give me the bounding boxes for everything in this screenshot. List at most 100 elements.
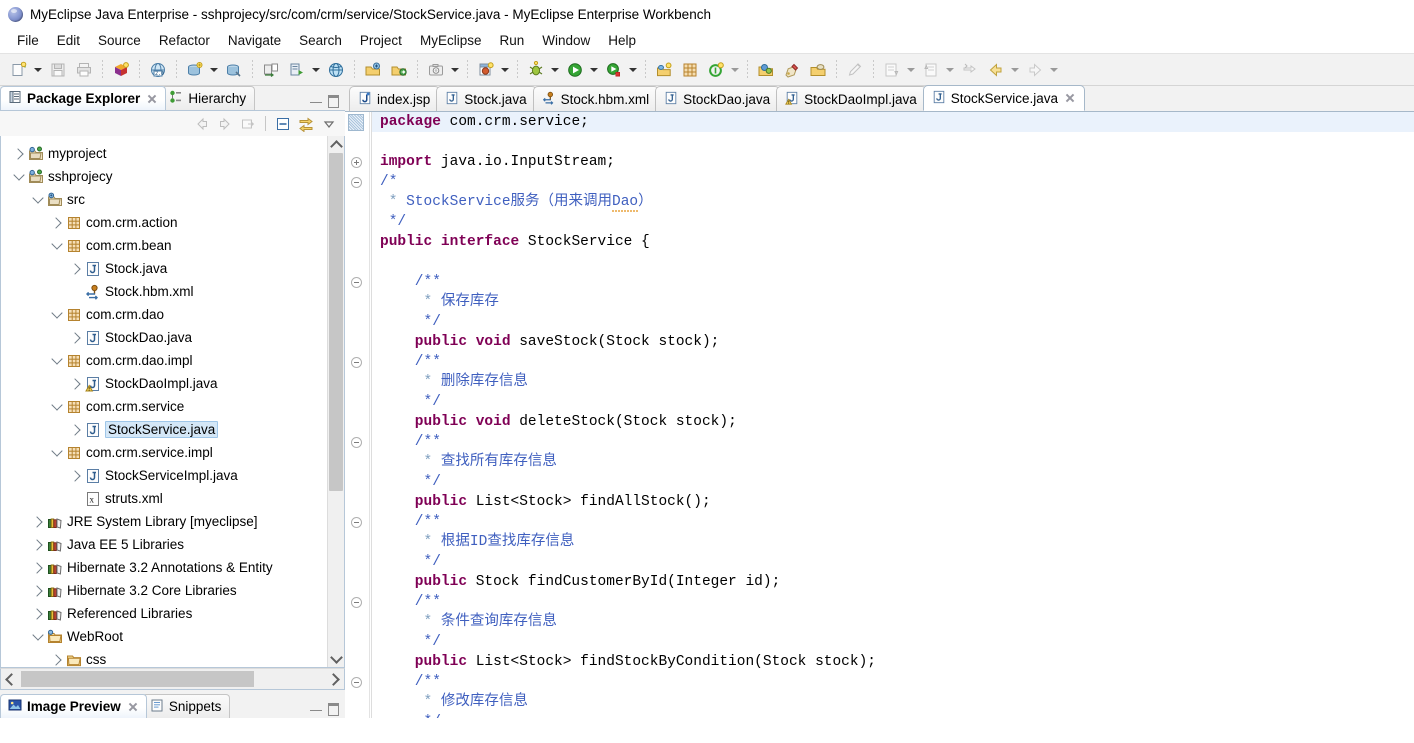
tree-item-hibernate-3-2-core-libraries[interactable]: Hibernate 3.2 Core Libraries [1, 579, 327, 602]
chevron-right-icon[interactable] [49, 652, 65, 668]
chevron-right-icon[interactable] [68, 376, 84, 392]
editor-tab-stock-java[interactable]: Stock.java [436, 86, 537, 111]
chevron-down-icon[interactable] [208, 59, 219, 81]
menu-item-search[interactable]: Search [290, 31, 351, 50]
scroll-right-icon[interactable] [326, 670, 344, 688]
code-content[interactable]: package com.crm.service; import java.io.… [372, 112, 1414, 718]
minimize-icon[interactable] [308, 93, 322, 107]
open-browser-icon[interactable] [324, 58, 348, 82]
maximize-icon[interactable] [326, 701, 340, 716]
tree-item-stock-hbm-xml[interactable]: Stock.hbm.xml [1, 280, 327, 303]
menu-item-edit[interactable]: Edit [48, 31, 89, 50]
tree-item-src[interactable]: src [1, 188, 327, 211]
fold-collapse-icon[interactable] [350, 596, 363, 609]
chevron-down-icon[interactable] [49, 353, 65, 369]
tree-item-hibernate-3-2-annotations-entity[interactable]: Hibernate 3.2 Annotations & Entity [1, 556, 327, 579]
tab-package-explorer[interactable]: Package Explorer [0, 86, 167, 110]
quick-fix-icon[interactable] [780, 58, 804, 82]
tree-item-com-crm-service-impl[interactable]: com.crm.service.impl [1, 441, 327, 464]
close-icon[interactable] [1065, 93, 1075, 103]
view-menu-icon[interactable] [319, 114, 339, 134]
package-explorer-tree[interactable]: myproject sshprojecy src com.crm.action com.… [1, 136, 327, 667]
editor-gutter[interactable] [345, 112, 372, 718]
menu-item-run[interactable]: Run [490, 31, 533, 50]
new-class-grid-icon[interactable] [678, 58, 702, 82]
chevron-down-icon[interactable] [449, 59, 460, 81]
open-resource-icon[interactable] [387, 58, 411, 82]
tree-horizontal-scrollbar[interactable] [0, 668, 345, 690]
chevron-right-icon[interactable] [30, 583, 46, 599]
chevron-right-icon[interactable] [68, 468, 84, 484]
menu-item-navigate[interactable]: Navigate [219, 31, 290, 50]
scroll-thumb-horizontal[interactable] [21, 671, 255, 687]
tree-item-com-crm-dao-impl[interactable]: com.crm.dao.impl [1, 349, 327, 372]
tree-item-com-crm-action[interactable]: com.crm.action [1, 211, 327, 234]
chevron-down-icon[interactable] [49, 238, 65, 254]
open-type-icon[interactable] [361, 58, 385, 82]
source-editor[interactable]: package com.crm.service; import java.io.… [345, 112, 1414, 718]
back-navigation-icon[interactable] [984, 58, 1008, 82]
scroll-track-horizontal[interactable] [19, 670, 326, 688]
last-edit-location-icon[interactable] [958, 58, 982, 82]
menu-item-source[interactable]: Source [89, 31, 150, 50]
new-database-icon[interactable] [183, 58, 207, 82]
fold-collapse-icon[interactable] [350, 176, 363, 189]
tree-item-com-crm-dao[interactable]: com.crm.dao [1, 303, 327, 326]
tab-hierarchy[interactable]: Hierarchy [161, 86, 256, 110]
save-icon[interactable] [46, 58, 70, 82]
editor-tab-index-jsp[interactable]: index.jsp [349, 86, 441, 111]
fold-expand-icon[interactable] [350, 156, 363, 169]
editor-tab-stockdaoimpl-java[interactable]: StockDaoImpl.java [776, 86, 927, 111]
go-into-icon[interactable] [238, 114, 258, 134]
chevron-down-icon[interactable] [905, 59, 916, 81]
tab-snippets[interactable]: Snippets [141, 694, 231, 718]
next-annotation-icon[interactable] [880, 58, 904, 82]
forward-arrow-icon[interactable] [215, 114, 235, 134]
close-icon[interactable] [128, 702, 138, 712]
tab-image-preview[interactable]: Image Preview [0, 694, 147, 718]
chevron-down-icon[interactable] [627, 59, 638, 81]
pencil-edit-icon[interactable] [843, 58, 867, 82]
tree-item-stockserviceimpl-java[interactable]: StockServiceImpl.java [1, 464, 327, 487]
chevron-down-icon[interactable] [588, 59, 599, 81]
minimize-icon[interactable] [308, 701, 322, 715]
chevron-right-icon[interactable] [30, 514, 46, 530]
menu-item-window[interactable]: Window [533, 31, 599, 50]
chevron-down-icon[interactable] [1048, 59, 1059, 81]
editor-tab-stockdao-java[interactable]: StockDao.java [655, 86, 781, 111]
chevron-down-icon[interactable] [30, 192, 46, 208]
chevron-right-icon[interactable] [68, 330, 84, 346]
menu-item-project[interactable]: Project [351, 31, 411, 50]
tree-item-stockdaoimpl-java[interactable]: StockDaoImpl.java [1, 372, 327, 395]
chevron-right-icon[interactable] [49, 215, 65, 231]
tree-item-css[interactable]: css [1, 648, 327, 667]
back-arrow-icon[interactable] [192, 114, 212, 134]
menu-item-file[interactable]: File [8, 31, 48, 50]
fold-collapse-icon[interactable] [350, 276, 363, 289]
debug-icon[interactable] [524, 58, 548, 82]
chevron-down-icon[interactable] [499, 59, 510, 81]
chevron-right-icon[interactable] [68, 422, 84, 438]
tree-item-stock-java[interactable]: Stock.java [1, 257, 327, 280]
new-annotation-icon[interactable] [704, 58, 728, 82]
chevron-down-icon[interactable] [11, 169, 27, 185]
chevron-right-icon[interactable] [68, 261, 84, 277]
run-server-icon[interactable] [285, 58, 309, 82]
chevron-right-icon[interactable] [30, 537, 46, 553]
chevron-down-icon[interactable] [549, 59, 560, 81]
scroll-down-icon[interactable] [328, 650, 344, 667]
new-package-icon[interactable] [652, 58, 676, 82]
scroll-track[interactable] [328, 153, 344, 650]
new-wizard-icon[interactable] [7, 58, 31, 82]
menu-item-refactor[interactable]: Refactor [150, 31, 219, 50]
chevron-down-icon[interactable] [1009, 59, 1020, 81]
external-tools-icon[interactable] [602, 58, 626, 82]
chevron-down-icon[interactable] [49, 445, 65, 461]
fold-collapse-icon[interactable] [350, 516, 363, 529]
maximize-icon[interactable] [326, 93, 340, 108]
tree-item-sshprojecy[interactable]: sshprojecy [1, 165, 327, 188]
chevron-right-icon[interactable] [30, 560, 46, 576]
myeclipse-package-icon[interactable] [109, 58, 133, 82]
chevron-down-icon[interactable] [310, 59, 321, 81]
run-icon[interactable] [563, 58, 587, 82]
